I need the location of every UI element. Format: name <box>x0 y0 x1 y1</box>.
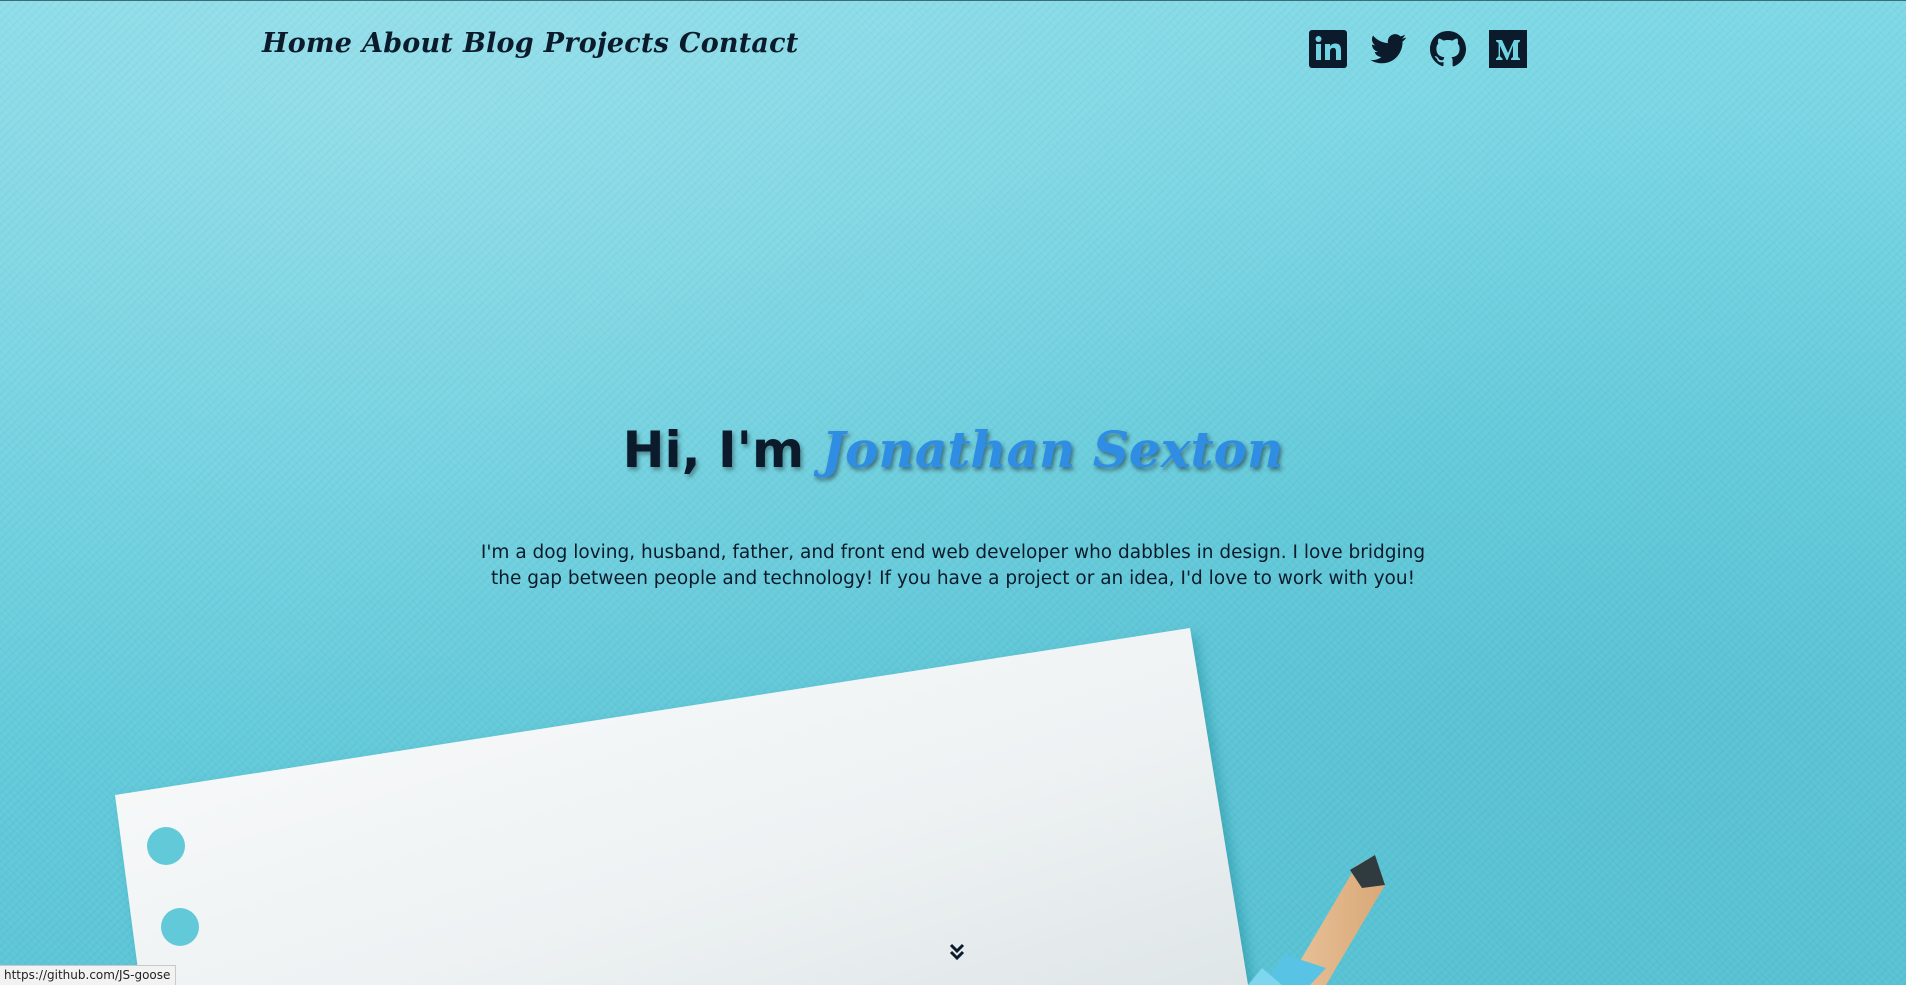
nav-link-home[interactable]: Home <box>262 28 352 59</box>
paper-texture <box>0 0 1906 985</box>
window-top-border <box>0 0 1906 1</box>
chevron-double-down-icon[interactable] <box>948 942 966 962</box>
nav-link-about[interactable]: About <box>362 28 453 59</box>
twitter-bird-glyph <box>1370 34 1407 64</box>
browser-status-url: https://github.com/JS-goose <box>0 965 177 985</box>
twitter-icon[interactable] <box>1368 29 1408 69</box>
linkedin-glyph <box>1309 30 1347 68</box>
github-icon[interactable] <box>1428 29 1468 69</box>
nav-link-projects[interactable]: Projects <box>544 28 669 59</box>
nav-link-blog[interactable]: Blog <box>463 28 534 59</box>
nav-link-contact[interactable]: Contact <box>679 28 798 59</box>
github-octocat-glyph <box>1430 31 1466 67</box>
medium-icon[interactable] <box>1488 29 1528 69</box>
hero-name: Jonathan Sexton <box>821 420 1284 479</box>
page-title: Hi, I'm Jonathan Sexton <box>0 420 1906 479</box>
linkedin-icon[interactable] <box>1308 29 1348 69</box>
hero-greeting: Hi, I'm <box>622 421 822 479</box>
hero-description: I'm a dog loving, husband, father, and f… <box>480 542 1426 589</box>
main-nav: Home About Blog Projects Contact <box>262 28 798 59</box>
social-links <box>1308 29 1528 69</box>
medium-glyph <box>1489 30 1527 68</box>
